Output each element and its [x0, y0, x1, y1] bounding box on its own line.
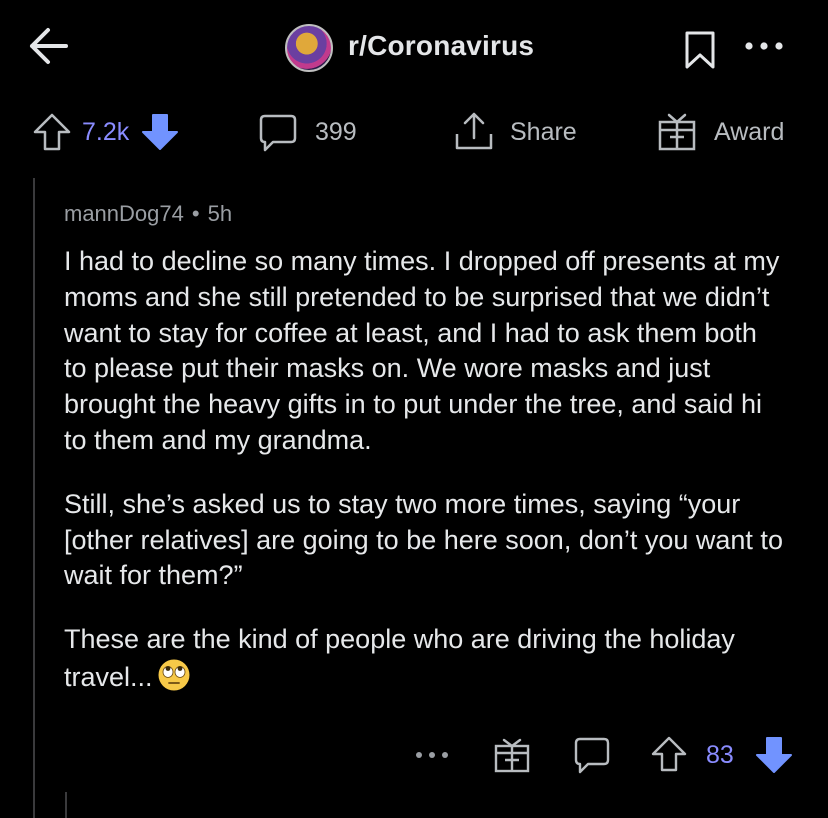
comment-body: I had to decline so many times. I droppe…	[64, 244, 784, 724]
comment-age: 5h	[207, 201, 233, 226]
rolling-eyes-emoji-icon	[157, 658, 191, 692]
meta-separator: •	[191, 201, 200, 226]
back-arrow-icon[interactable]	[26, 26, 70, 66]
reply-icon[interactable]	[572, 735, 612, 775]
bookmark-icon[interactable]	[684, 30, 716, 70]
comment-more-icon[interactable]	[414, 750, 450, 760]
nested-thread-line[interactable]	[65, 792, 67, 818]
comment-paragraph: Still, she’s asked us to stay two more t…	[64, 488, 783, 591]
award-icon[interactable]	[656, 112, 698, 152]
upvote-icon[interactable]	[32, 112, 72, 152]
comment-author[interactable]: mannDog74	[64, 201, 184, 226]
comment-upvote-icon[interactable]	[650, 735, 688, 773]
comment-meta: mannDog74 • 5h	[64, 201, 232, 227]
comment-paragraph: I had to decline so many times. I droppe…	[64, 246, 780, 455]
share-icon[interactable]	[453, 110, 495, 154]
more-icon[interactable]	[744, 40, 784, 52]
share-button[interactable]: Share	[510, 118, 577, 147]
award-button[interactable]: Award	[714, 118, 784, 147]
comment-count[interactable]: 399	[315, 118, 357, 147]
comment-award-icon[interactable]	[493, 737, 531, 773]
downvote-icon[interactable]	[140, 112, 180, 152]
comment-icon[interactable]	[257, 112, 299, 154]
subreddit-avatar[interactable]	[285, 24, 333, 72]
comment-downvote-icon[interactable]	[754, 735, 794, 775]
comment-score: 83	[706, 741, 734, 769]
comment-paragraph-last: These are the kind of people who are dri…	[64, 622, 784, 696]
thread-line[interactable]	[33, 178, 35, 818]
post-score: 7.2k	[82, 118, 130, 146]
subreddit-name[interactable]: r/Coronavirus	[348, 30, 534, 62]
